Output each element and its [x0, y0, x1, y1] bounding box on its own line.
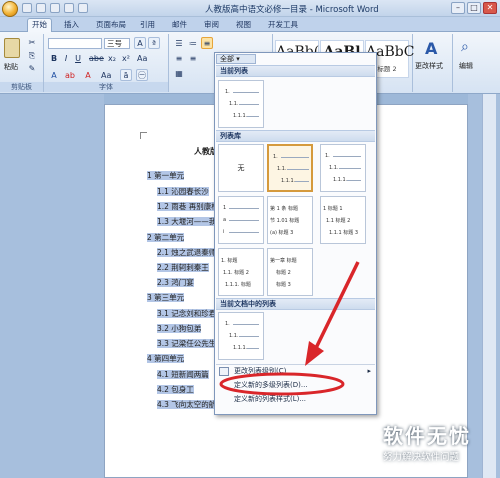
highlight-ellipse	[219, 372, 345, 396]
annotation-overlay	[219, 261, 360, 396]
watermark-subtitle: 努力解决软件问题	[383, 452, 460, 463]
pointer-arrow-head	[305, 341, 324, 366]
watermark: 软件无忧 努力解决软件问题	[383, 420, 471, 463]
watermark-title: 软件无忧	[383, 424, 471, 448]
pointer-arrow-shaft	[314, 261, 360, 349]
